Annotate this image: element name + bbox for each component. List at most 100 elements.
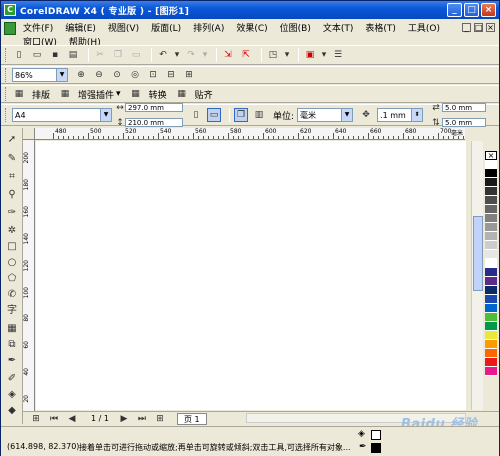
zoom-out-icon[interactable]: ⊖ xyxy=(92,68,106,82)
toolbar-grip[interactable] xyxy=(5,68,8,82)
color-swatch[interactable] xyxy=(485,232,497,241)
add-page-after-icon[interactable]: ⊞ xyxy=(153,412,167,426)
menu-item[interactable]: 排列(A) xyxy=(193,21,224,34)
color-swatch[interactable] xyxy=(485,205,497,214)
import-icon[interactable]: ⇲ xyxy=(221,48,235,62)
copy-icon[interactable]: ❐ xyxy=(111,48,125,62)
toolbar-grip[interactable] xyxy=(5,87,8,101)
welcome-dropdown-icon[interactable]: ▾ xyxy=(321,48,327,62)
page-size-combo[interactable]: A4 ▼ xyxy=(12,108,112,122)
eyedropper-tool-icon[interactable]: ✒ xyxy=(5,354,19,368)
doc-close-button[interactable]: × xyxy=(486,23,495,32)
color-swatch[interactable] xyxy=(485,349,497,358)
minimize-button[interactable]: _ xyxy=(447,3,462,17)
outline-color-indicator[interactable] xyxy=(371,443,381,453)
page-width-input[interactable]: 297.0 mm xyxy=(125,103,183,112)
doc-restore-button[interactable]: □ xyxy=(474,23,483,32)
color-swatch[interactable] xyxy=(485,295,497,304)
nudge-distance-input[interactable]: .1 mm ⬍ xyxy=(377,108,424,122)
menu-item[interactable]: 视图(V) xyxy=(108,21,139,34)
pick-tool-icon[interactable]: ➚ xyxy=(5,133,19,147)
color-swatch[interactable] xyxy=(485,277,497,286)
color-swatch[interactable] xyxy=(485,268,497,277)
duplicate-y-input[interactable]: 5.0 mm xyxy=(442,118,487,127)
color-swatch[interactable] xyxy=(485,358,497,367)
rectangle-tool-icon[interactable]: □ xyxy=(5,240,19,254)
color-swatch[interactable] xyxy=(485,223,497,232)
table-tool-icon[interactable]: ▦ xyxy=(5,322,19,336)
enhance-plugin-button[interactable]: ▦ 增强插件 ▾ xyxy=(58,87,121,101)
polygon-tool-icon[interactable]: ⬠ xyxy=(5,272,19,286)
vertical-ruler[interactable]: 200 180 160 140 120 100 80 60 40 20 xyxy=(23,140,35,411)
color-swatch[interactable] xyxy=(485,286,497,295)
toolbar-grip[interactable] xyxy=(5,108,8,122)
color-swatch[interactable] xyxy=(485,250,497,259)
interactive-fill-tool-icon[interactable]: ◆ xyxy=(5,404,19,418)
zoom-selected-icon[interactable]: ⊙ xyxy=(110,68,124,82)
color-swatch[interactable] xyxy=(485,241,497,250)
launcher-dropdown-icon[interactable]: ▾ xyxy=(284,48,290,62)
no-color-swatch[interactable]: × xyxy=(485,151,497,160)
zoom-page-height-icon[interactable]: ⊞ xyxy=(182,68,196,82)
menu-item[interactable]: 表格(T) xyxy=(365,21,396,34)
paste-icon[interactable]: ▭ xyxy=(129,48,143,62)
welcome-screen-icon[interactable]: ▣ xyxy=(303,48,317,62)
document-icon[interactable] xyxy=(4,22,16,35)
export-icon[interactable]: ⇱ xyxy=(239,48,253,62)
outline-tool-icon[interactable]: ✐ xyxy=(5,372,19,386)
color-swatch[interactable] xyxy=(485,331,497,340)
convert-button[interactable]: ▦ 转换 xyxy=(129,87,166,101)
undo-dropdown-icon[interactable]: ▾ xyxy=(174,48,180,62)
menu-item[interactable]: 版面(L) xyxy=(151,21,181,34)
zoom-page-icon[interactable]: ⊡ xyxy=(146,68,160,82)
print-icon[interactable]: ▤ xyxy=(66,48,80,62)
fill-color-indicator[interactable] xyxy=(371,430,381,440)
all-pages-icon[interactable]: ❐ xyxy=(234,108,248,122)
close-button[interactable]: × xyxy=(481,3,496,17)
shape-tool-icon[interactable]: ✎ xyxy=(5,152,19,166)
stepper-icon[interactable]: ⬍ xyxy=(411,109,423,121)
color-swatch[interactable] xyxy=(485,313,497,322)
crop-tool-icon[interactable]: ⌗ xyxy=(5,170,19,184)
color-swatch[interactable] xyxy=(485,187,497,196)
toolbar-grip[interactable] xyxy=(5,48,8,62)
menu-item[interactable]: 效果(C) xyxy=(236,21,267,34)
color-swatch[interactable] xyxy=(485,340,497,349)
snap-button[interactable]: ▦ 贴齐 xyxy=(175,87,212,101)
previous-page-icon[interactable]: ◀ xyxy=(65,412,79,426)
text-tool-icon[interactable]: 字 xyxy=(5,304,19,318)
undo-icon[interactable]: ↶ xyxy=(156,48,170,62)
menu-item[interactable]: 位图(B) xyxy=(280,21,311,34)
zoom-tool-icon[interactable]: ⚲ xyxy=(5,188,19,202)
open-folder-icon[interactable]: ▭ xyxy=(30,48,44,62)
color-swatch[interactable] xyxy=(485,259,497,268)
title-bar[interactable]: C CorelDRAW X4 ( 专业版 ) - [图形1] _ □ × xyxy=(1,1,499,19)
add-page-icon[interactable]: ⊞ xyxy=(29,412,43,426)
zoom-in-icon[interactable]: ⊕ xyxy=(74,68,88,82)
zoom-all-objects-icon[interactable]: ◎ xyxy=(128,68,142,82)
scroll-thumb[interactable] xyxy=(473,216,483,291)
doc-minimize-button[interactable]: _ xyxy=(462,23,471,32)
fill-tool-icon[interactable]: ◈ xyxy=(5,388,19,402)
color-swatch[interactable] xyxy=(485,214,497,223)
options-icon[interactable]: ☰ xyxy=(331,48,345,62)
smart-fill-tool-icon[interactable]: ✲ xyxy=(5,224,19,238)
first-page-icon[interactable]: ⏮ xyxy=(47,412,61,426)
duplicate-x-input[interactable]: 5.0 mm xyxy=(442,103,487,112)
redo-icon[interactable]: ↷ xyxy=(184,48,198,62)
color-swatch[interactable] xyxy=(485,304,497,313)
color-swatch[interactable] xyxy=(485,322,497,331)
horizontal-ruler[interactable]: 480 500 520 540 560 580 600 620 640 660 680 700 毫米 xyxy=(35,128,465,140)
basic-shapes-tool-icon[interactable]: ✆ xyxy=(5,288,19,302)
color-swatch[interactable] xyxy=(485,169,497,178)
landscape-icon[interactable]: ▭ xyxy=(207,108,221,122)
page-height-input[interactable]: 210.0 mm xyxy=(125,118,183,127)
vertical-scrollbar[interactable] xyxy=(471,141,483,410)
chevron-down-icon[interactable]: ▼ xyxy=(56,69,67,81)
maximize-button[interactable]: □ xyxy=(464,3,479,17)
chevron-down-icon[interactable]: ▼ xyxy=(341,109,353,121)
redo-dropdown-icon[interactable]: ▾ xyxy=(202,48,208,62)
zoom-level-combo[interactable]: 86% ▼ xyxy=(12,68,68,82)
next-page-icon[interactable]: ▶ xyxy=(117,412,131,426)
portrait-icon[interactable]: ▯ xyxy=(189,108,203,122)
